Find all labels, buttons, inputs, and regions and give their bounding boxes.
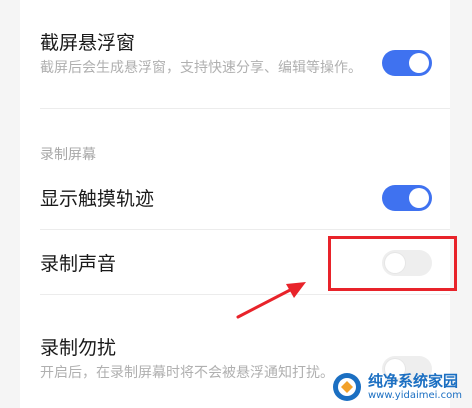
settings-panel: 截屏悬浮窗 截屏后会生成悬浮窗，支持快速分享、编辑等操作。 录制屏幕 显示触摸轨… bbox=[20, 0, 450, 408]
record-dnd-desc: 开启后，在录制屏幕时将不会被悬浮通知打扰。 bbox=[40, 365, 334, 381]
divider bbox=[40, 229, 450, 230]
record-sound-title: 录制声音 bbox=[40, 253, 117, 275]
show-touch-toggle[interactable] bbox=[382, 185, 432, 211]
site-logo-icon bbox=[333, 373, 361, 401]
watermark-main-text: 纯净系统家园 bbox=[368, 372, 459, 391]
watermark: 纯净系统家园 www.yidaimei.com bbox=[332, 366, 472, 408]
show-touch-title: 显示触摸轨迹 bbox=[40, 188, 155, 210]
section-label-record-screen: 录制屏幕 bbox=[40, 147, 96, 163]
screenshot-float-title: 截屏悬浮窗 bbox=[40, 32, 136, 54]
toggle-knob bbox=[409, 188, 429, 208]
watermark-url: www.yidaimei.com bbox=[368, 389, 462, 401]
record-dnd-title: 录制勿扰 bbox=[40, 337, 117, 359]
screenshot-float-toggle[interactable] bbox=[382, 50, 432, 76]
highlight-box bbox=[328, 236, 457, 291]
toggle-knob bbox=[409, 53, 429, 73]
screenshot-float-desc: 截屏后会生成悬浮窗，支持快速分享、编辑等操作。 bbox=[40, 60, 362, 76]
pointer-arrow-icon bbox=[236, 282, 306, 319]
divider bbox=[40, 108, 450, 109]
